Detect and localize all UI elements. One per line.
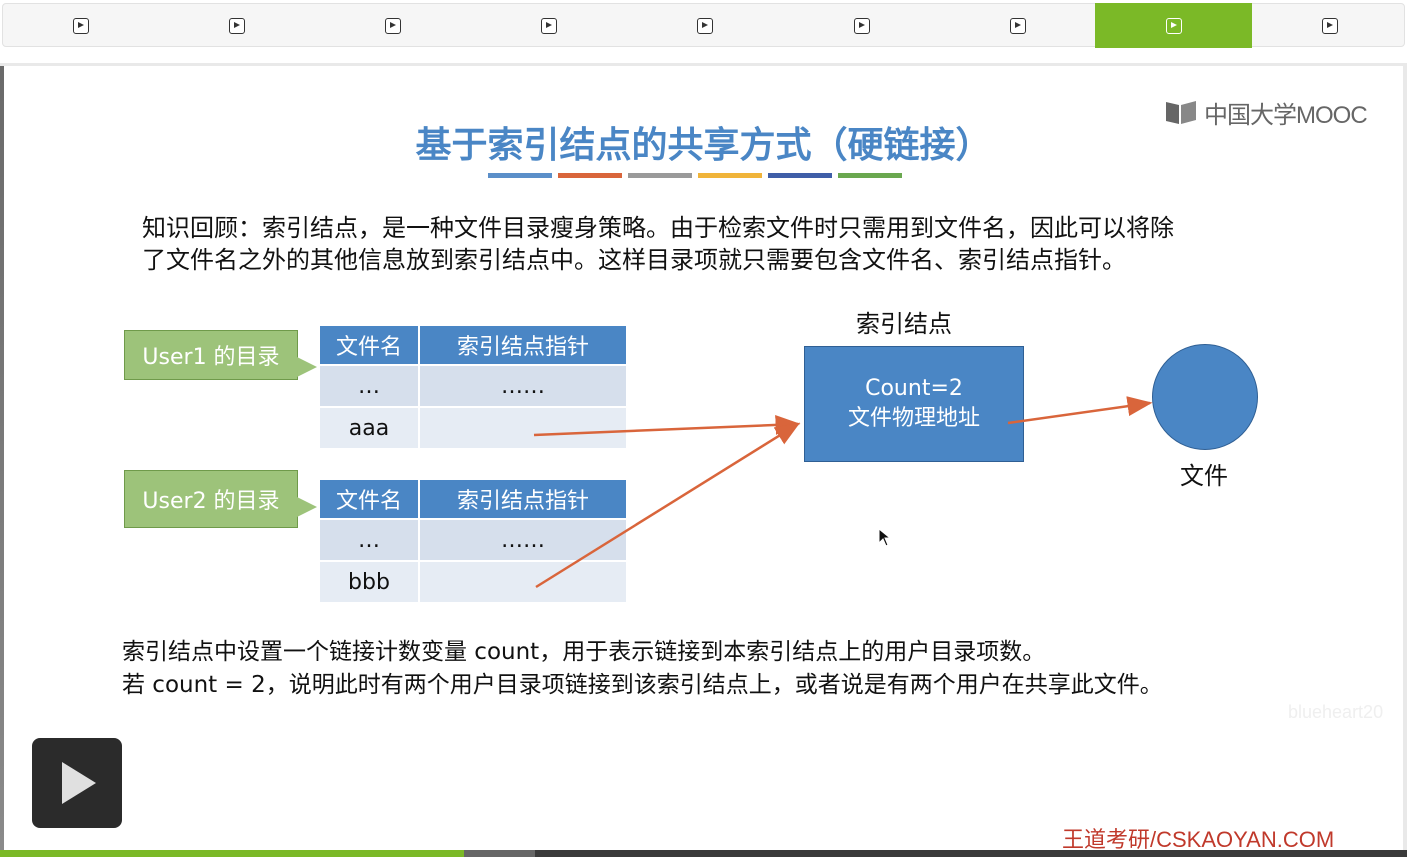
lesson-tab-9[interactable] (1252, 3, 1407, 48)
diagram-arrows (533, 396, 1153, 589)
video-progress-bar[interactable] (0, 850, 1407, 857)
explanation-line-2: 若 count = 2，说明此时有两个用户目录项链接到该索引结点上，或者说是有两… (122, 672, 1163, 698)
lesson-tab-2[interactable] (158, 3, 315, 48)
arrow-bbb-to-inode (535, 422, 801, 589)
explanation-line-1: 索引结点中设置一个链接计数变量 count，用于表示链接到本索引结点上的用户目录… (122, 639, 1046, 665)
explanation-text: 索引结点中设置一个链接计数变量 count，用于表示链接到本索引结点上的用户目录… (122, 636, 1322, 702)
play-video-icon (1165, 17, 1182, 34)
lesson-tab-6[interactable] (783, 3, 940, 48)
play-video-icon (697, 17, 714, 34)
lesson-tab-7[interactable] (939, 3, 1096, 48)
lesson-tab-4[interactable] (471, 3, 628, 48)
slide-canvas: 中国大学MOOC 基于索引结点的共享方式（硬链接） 知识回顾：索引结点，是一种文… (4, 66, 1403, 850)
mouse-cursor-icon (878, 528, 892, 547)
played-bar (0, 850, 465, 857)
play-button[interactable] (32, 738, 122, 828)
watermark: blueheart20 (1288, 702, 1384, 722)
arrow-aaa-to-inode (533, 414, 801, 437)
brand-text: 王道考研/CSKAOYAN.COM (1062, 827, 1335, 850)
play-video-icon (1009, 17, 1026, 34)
play-video-icon (72, 17, 89, 34)
arrow-inode-to-file (1007, 396, 1153, 425)
lesson-tab-5[interactable] (627, 3, 784, 48)
play-video-icon (541, 17, 558, 34)
play-video-icon (384, 17, 401, 34)
play-video-icon (228, 17, 245, 34)
lesson-tab-8[interactable] (1095, 3, 1253, 48)
lesson-tab-1[interactable] (2, 3, 159, 48)
play-video-icon (1322, 17, 1339, 34)
play-video-icon (853, 17, 870, 34)
lesson-tab-3[interactable] (314, 3, 471, 48)
